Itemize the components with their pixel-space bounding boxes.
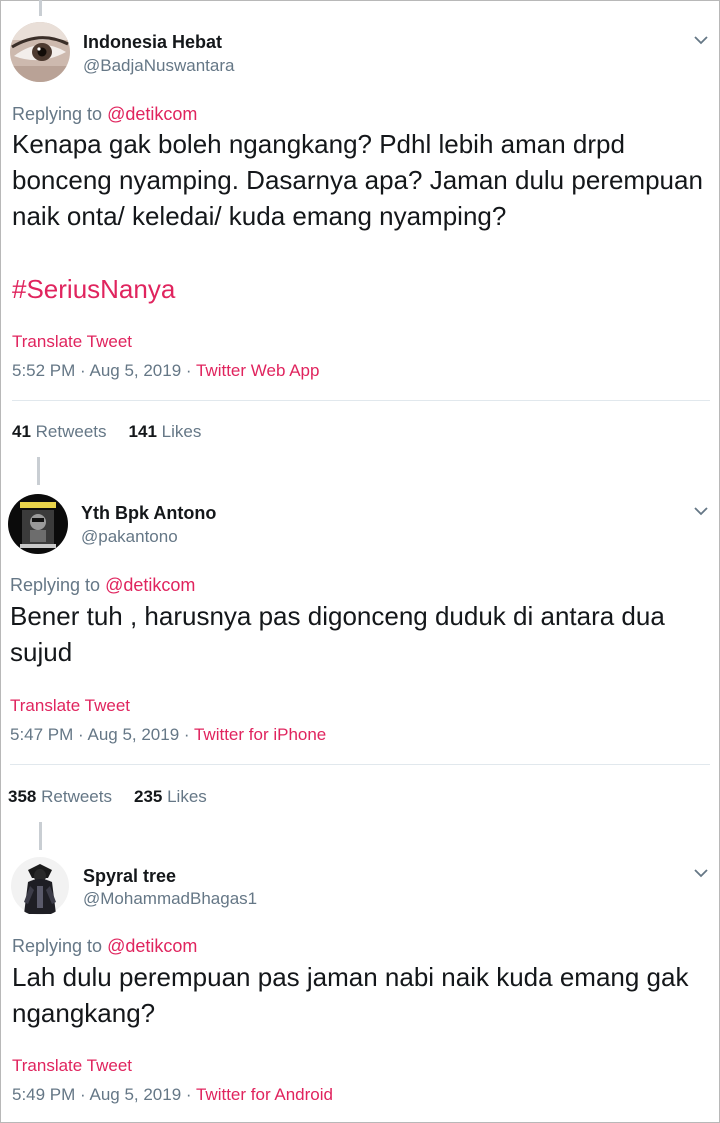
- tweet-stats: 358 Retweets 235 Likes: [8, 787, 207, 807]
- tweet-stats: 41 Retweets 141 Likes: [12, 422, 201, 442]
- retweets-label: Retweets: [41, 787, 112, 806]
- chevron-down-icon[interactable]: [692, 867, 710, 879]
- divider: [12, 400, 710, 401]
- tweet-text: Lah dulu perempuan pas jaman nabi naik k…: [12, 962, 689, 1028]
- thread-connector: [39, 0, 42, 16]
- display-name[interactable]: Indonesia Hebat: [83, 32, 222, 53]
- thread-connector: [37, 457, 40, 485]
- retweets-count: 358: [8, 787, 37, 806]
- replying-to: Replying to @detikcom: [12, 936, 197, 957]
- retweets-stat[interactable]: 41 Retweets: [12, 422, 107, 441]
- translate-tweet-link[interactable]: Translate Tweet: [12, 1056, 132, 1076]
- user-handle[interactable]: @pakantono: [81, 527, 178, 547]
- display-name[interactable]: Yth Bpk Antono: [81, 503, 216, 524]
- avatar-eye-image: [10, 22, 70, 82]
- reply-mention-link[interactable]: @detikcom: [105, 575, 195, 595]
- replying-to: Replying to @detikcom: [12, 104, 197, 125]
- avatar[interactable]: [10, 856, 70, 916]
- reply-mention-link[interactable]: @detikcom: [107, 104, 197, 124]
- user-handle[interactable]: @MohammadBhagas1: [83, 889, 257, 909]
- retweets-count: 41: [12, 422, 31, 441]
- translate-tweet-link[interactable]: Translate Tweet: [10, 696, 130, 716]
- likes-count: 141: [128, 422, 157, 441]
- likes-label: Likes: [161, 422, 202, 441]
- tweet-timestamp: 5:49 PM · Aug 5, 2019 · Twitter for Andr…: [12, 1085, 333, 1105]
- likes-label: Likes: [167, 787, 207, 806]
- avatar[interactable]: [10, 22, 70, 82]
- display-name[interactable]: Spyral tree: [83, 866, 176, 887]
- chevron-down-icon[interactable]: [692, 34, 710, 46]
- tweet-source-link[interactable]: Twitter for Android: [196, 1085, 333, 1104]
- replying-label: Replying to: [12, 104, 103, 124]
- user-handle[interactable]: @BadjaNuswantara: [83, 56, 234, 76]
- timestamp-text[interactable]: 5:49 PM · Aug 5, 2019 ·: [12, 1085, 196, 1104]
- hashtag-link[interactable]: #SeriusNanya: [12, 274, 175, 305]
- likes-count: 235: [133, 787, 163, 806]
- chevron-down-icon[interactable]: [692, 505, 710, 517]
- tweet-source-link[interactable]: Twitter Web App: [196, 361, 319, 380]
- replying-to: Replying to @detikcom: [10, 575, 195, 596]
- avatar-poster-image: [8, 494, 68, 554]
- thread-connector: [39, 822, 42, 850]
- tweet-timestamp: 5:52 PM · Aug 5, 2019 · Twitter Web App: [12, 361, 319, 381]
- tweet-source-link[interactable]: Twitter for iPhone: [194, 725, 326, 744]
- timestamp-text[interactable]: 5:52 PM · Aug 5, 2019 ·: [12, 361, 196, 380]
- avatar-figure-image: [10, 856, 70, 916]
- tweet-text: Kenapa gak boleh ngangkang? Pdhl lebih a…: [12, 129, 703, 231]
- avatar[interactable]: [8, 494, 68, 554]
- timestamp-text[interactable]: 5:47 PM · Aug 5, 2019 ·: [10, 725, 194, 744]
- tweet-timestamp: 5:47 PM · Aug 5, 2019 · Twitter for iPho…: [10, 725, 326, 745]
- retweets-stat[interactable]: 358 Retweets: [8, 787, 112, 806]
- likes-stat[interactable]: 141 Likes: [129, 422, 202, 441]
- likes-stat[interactable]: 235 Likes: [134, 787, 207, 806]
- replying-label: Replying to: [10, 575, 101, 595]
- replying-label: Replying to: [12, 936, 103, 956]
- reply-mention-link[interactable]: @detikcom: [107, 936, 197, 956]
- translate-tweet-link[interactable]: Translate Tweet: [12, 332, 132, 352]
- retweets-label: Retweets: [35, 422, 107, 441]
- tweet-text: Bener tuh , harusnya pas digonceng duduk…: [10, 601, 665, 667]
- divider: [10, 764, 710, 765]
